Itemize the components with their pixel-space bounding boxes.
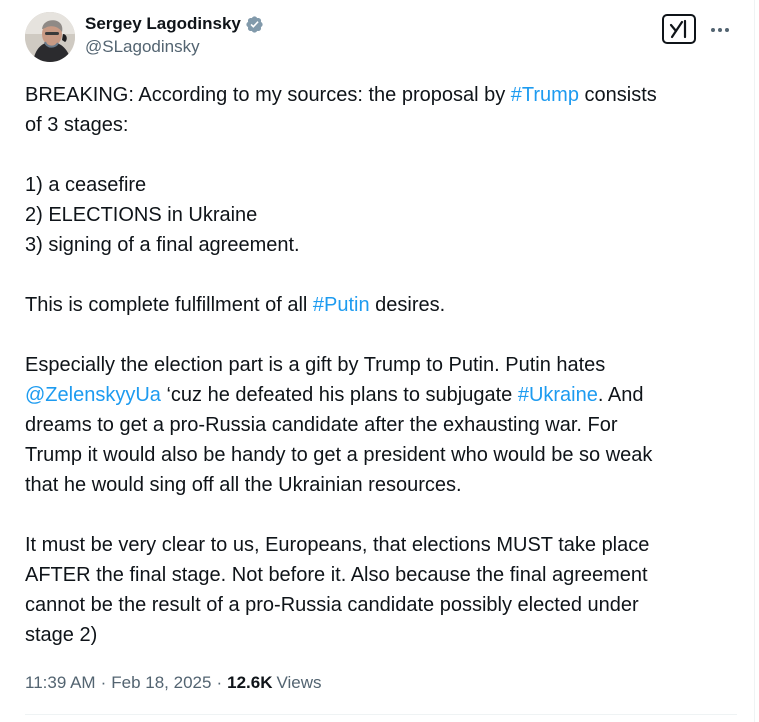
author-name-row[interactable]: Sergey Lagodinsky <box>85 12 264 36</box>
tweet-text-segment: Trump it would also be handy to get a pr… <box>25 444 653 466</box>
tweet-text: BREAKING: According to my sources: the p… <box>25 80 737 650</box>
tweet-line: Especially the election part is a gift b… <box>25 350 737 380</box>
tweet-text-segment: of 3 stages: <box>25 114 129 136</box>
tweet-text-segment: BREAKING: According to my sources: the p… <box>25 84 511 106</box>
tweet-metadata: 11:39 AM · Feb 18, 2025 · 12.6K Views <box>25 670 322 696</box>
tweet-paragraph: Especially the election part is a gift b… <box>25 350 737 500</box>
tweet-line: 3) signing of a final agreement. <box>25 230 737 260</box>
tweet-paragraph: It must be very clear to us, Europeans, … <box>25 530 737 650</box>
tweet-text-segment: ‘cuz he defeated his plans to subjugate <box>160 384 518 406</box>
tweet-text-segment: It must be very clear to us, Europeans, … <box>25 534 650 556</box>
tweet-text-segment: dreams to get a pro-Russia candidate aft… <box>25 414 618 436</box>
tweet-line: stage 2) <box>25 620 737 650</box>
author-display-name[interactable]: Sergey Lagodinsky <box>85 14 241 34</box>
grok-button[interactable] <box>662 14 696 44</box>
tweet-line: Trump it would also be handy to get a pr… <box>25 440 737 470</box>
tweet-line: @ZelenskyyUa ‘cuz he defeated his plans … <box>25 380 737 410</box>
hashtag-link[interactable]: #Trump <box>511 84 579 106</box>
tweet-text-segment: AFTER the final stage. Not before it. Al… <box>25 564 648 586</box>
tweet-line: cannot be the result of a pro-Russia can… <box>25 590 737 620</box>
tweet-paragraph: BREAKING: According to my sources: the p… <box>25 80 737 140</box>
separator-dot: · <box>100 673 107 692</box>
tweet-line: dreams to get a pro-Russia candidate aft… <box>25 410 737 440</box>
tweet-line: 2) ELECTIONS in Ukraine <box>25 200 737 230</box>
tweet-text-segment: desires. <box>369 294 446 316</box>
tweet-line: This is complete fulfillment of all #Put… <box>25 290 737 320</box>
views-count: 12.6K <box>227 673 273 692</box>
more-options-button[interactable] <box>706 18 734 42</box>
hashtag-link[interactable]: #Ukraine <box>518 384 598 406</box>
mention-link[interactable]: @ZelenskyyUa <box>25 384 161 406</box>
tweet-line: BREAKING: According to my sources: the p… <box>25 80 737 110</box>
tweet-text-segment: stage 2) <box>25 624 98 646</box>
verified-badge-icon <box>245 15 264 34</box>
more-options-icon <box>711 28 729 32</box>
tweet-line: It must be very clear to us, Europeans, … <box>25 530 737 560</box>
divider <box>25 714 737 715</box>
tweet-paragraph: This is complete fulfillment of all #Put… <box>25 290 737 320</box>
tweet-paragraph: 1) a ceasefire 2) ELECTIONS in Ukraine 3) … <box>25 170 737 260</box>
tweet-line: that he would sing off all the Ukrainian… <box>25 470 737 500</box>
tweet: Sergey Lagodinsky @SLagodinsky BREAKING:… <box>0 0 755 722</box>
tweet-line: of 3 stages: <box>25 110 737 140</box>
tweet-line: 1) a ceasefire <box>25 170 737 200</box>
hashtag-link[interactable]: #Putin <box>313 294 370 316</box>
tweet-line: AFTER the final stage. Not before it. Al… <box>25 560 737 590</box>
tweet-text-segment: consists <box>578 84 657 106</box>
tweet-text-segment: This is complete fulfillment of all <box>25 294 313 316</box>
tweet-text-segment: . And <box>597 384 644 406</box>
tweet-text-segment: 3) signing of a final agreement. <box>25 234 300 256</box>
separator-dot: · <box>216 673 223 692</box>
tweet-text-segment: that he would sing off all the Ukrainian… <box>25 474 462 496</box>
tweet-text-segment: 2) ELECTIONS in Ukraine <box>25 204 258 226</box>
tweet-text-segment: Especially the election part is a gift b… <box>25 354 606 376</box>
tweet-date[interactable]: Feb 18, 2025 <box>111 673 211 693</box>
tweet-text-segment: cannot be the result of a pro-Russia can… <box>25 594 639 616</box>
grok-icon <box>669 19 687 39</box>
avatar[interactable] <box>25 12 75 62</box>
tweet-text-segment: 1) a ceasefire <box>25 174 147 196</box>
avatar-photo <box>25 12 75 62</box>
views-label: Views <box>276 673 322 692</box>
tweet-time[interactable]: 11:39 AM <box>25 673 96 693</box>
author-handle[interactable]: @SLagodinsky <box>85 37 200 57</box>
